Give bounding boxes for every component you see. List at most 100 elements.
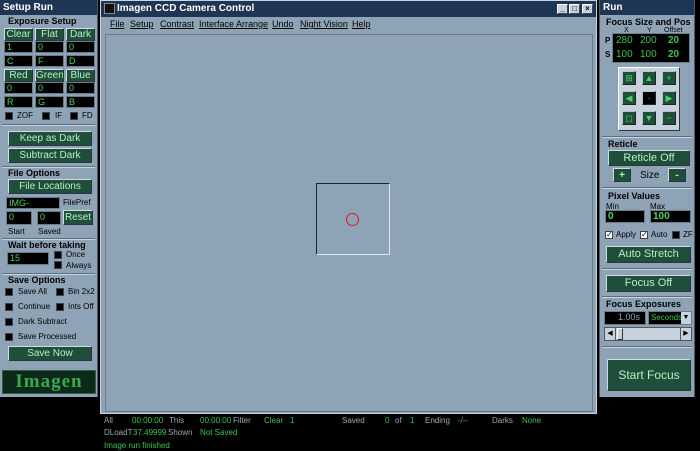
maximize-button[interactable]: □ xyxy=(569,4,580,14)
menu-undo[interactable]: Undo xyxy=(272,19,294,29)
slider-thumb[interactable] xyxy=(617,328,623,340)
flat-filter-button[interactable]: Flat xyxy=(35,28,64,41)
reset-button[interactable]: Reset xyxy=(63,210,93,225)
slider-right-arrow-icon[interactable]: ▶ xyxy=(680,328,691,340)
flat-count-field[interactable]: 0 xyxy=(35,41,64,53)
fd-checkbox[interactable] xyxy=(70,112,78,120)
reticle-size-plus-button[interactable]: + xyxy=(613,168,631,182)
s-y-field[interactable]: 100 xyxy=(638,49,660,61)
always-checkbox[interactable] xyxy=(54,261,62,269)
menu-contrast[interactable]: Contrast xyxy=(160,19,194,29)
exposure-slider[interactable]: ◀ ▶ xyxy=(604,327,692,341)
max-value-field[interactable]: 100 xyxy=(650,210,691,223)
green-letter-field[interactable]: G xyxy=(35,96,64,108)
imagen-logo: Imagen xyxy=(2,370,96,394)
min-value-field[interactable]: 0 xyxy=(605,210,645,223)
image-canvas[interactable] xyxy=(105,34,593,412)
p-x-field[interactable]: 280 xyxy=(614,35,636,47)
start-label: Start xyxy=(8,227,25,236)
file-locations-button[interactable]: File Locations xyxy=(8,179,92,194)
plus-icon[interactable]: + xyxy=(662,71,676,85)
p-y-field[interactable]: 200 xyxy=(638,35,660,47)
apply-checkbox[interactable]: ✓ xyxy=(605,231,613,239)
filter-value: Clear xyxy=(264,416,284,425)
subtract-dark-button[interactable]: Subtract Dark xyxy=(8,148,92,163)
slider-left-arrow-icon[interactable]: ◀ xyxy=(605,328,616,340)
clear-filter-button[interactable]: Clear xyxy=(4,28,33,41)
blue-filter-button[interactable]: Blue xyxy=(66,69,95,82)
focus-off-button[interactable]: Focus Off xyxy=(606,275,691,292)
minimize-button[interactable]: _ xyxy=(557,4,568,14)
dload-label: DLoadT xyxy=(104,428,133,437)
dark-subtract-checkbox[interactable] xyxy=(5,318,13,326)
units-select[interactable]: Seconds ▼ xyxy=(648,311,692,325)
once-checkbox[interactable] xyxy=(54,251,62,259)
left-arrow-icon[interactable]: ◀ xyxy=(622,91,636,105)
saved-label: Saved xyxy=(38,227,61,236)
separator xyxy=(602,268,692,270)
zf-label: ZF xyxy=(683,230,693,239)
of-label: of xyxy=(395,416,402,425)
all-time: 00:00:00 xyxy=(132,416,164,425)
minus-icon[interactable]: − xyxy=(662,111,676,125)
blue-letter-field[interactable]: B xyxy=(66,96,95,108)
dark-filter-button[interactable]: Dark xyxy=(66,28,95,41)
main-title-bar: Imagen CCD Camera Control _ □ × xyxy=(101,1,596,17)
menu-setup[interactable]: Setup xyxy=(130,19,154,29)
red-letter-field[interactable]: R xyxy=(4,96,33,108)
right-arrow-icon[interactable]: ▶ xyxy=(662,91,676,105)
menu-help[interactable]: Help xyxy=(352,19,371,29)
zf-checkbox[interactable] xyxy=(672,231,680,239)
green-filter-button[interactable]: Green xyxy=(35,69,64,82)
start-field[interactable]: 0 xyxy=(6,211,32,225)
red-count-field[interactable]: 0 xyxy=(4,82,33,94)
menu-night-vision[interactable]: Night Vision xyxy=(300,19,348,29)
start-focus-button[interactable]: Start Focus xyxy=(607,359,691,391)
save-processed-checkbox[interactable] xyxy=(5,333,13,341)
clear-letter-field[interactable]: C xyxy=(4,55,33,67)
keep-as-dark-button[interactable]: Keep as Dark xyxy=(8,131,92,146)
p-offset-field[interactable]: 20 xyxy=(666,35,686,47)
down-arrow-icon[interactable]: ▼ xyxy=(642,111,656,125)
reticle-off-button[interactable]: Reticle Off xyxy=(608,150,690,166)
green-count-field[interactable]: 0 xyxy=(35,82,64,94)
expand-icon[interactable]: ◻ xyxy=(622,111,636,125)
close-button[interactable]: × xyxy=(582,4,593,14)
if-checkbox[interactable] xyxy=(42,112,50,120)
save-all-checkbox[interactable] xyxy=(5,288,13,296)
up-arrow-icon[interactable]: ▲ xyxy=(642,71,656,85)
menu-file[interactable]: File xyxy=(110,19,125,29)
continue-checkbox[interactable] xyxy=(5,303,13,311)
flat-letter-field[interactable]: F xyxy=(35,55,64,67)
separator xyxy=(2,124,95,126)
menu-interface-arrange[interactable]: Interface Arrange xyxy=(199,19,268,29)
auto-stretch-button[interactable]: Auto Stretch xyxy=(606,246,691,263)
filter-number: 1 xyxy=(290,416,295,425)
wait-seconds-field[interactable]: 15 xyxy=(7,252,49,265)
save-now-button[interactable]: Save Now xyxy=(8,346,92,361)
exposure-time-field[interactable]: 1.00s xyxy=(604,311,646,325)
window-title: Imagen CCD Camera Control xyxy=(117,3,255,14)
red-filter-button[interactable]: Red xyxy=(4,69,33,82)
s-offset-field[interactable]: 20 xyxy=(666,49,686,61)
center-icon[interactable]: · xyxy=(642,91,656,105)
ints-off-checkbox[interactable] xyxy=(56,303,64,311)
units-value: Seconds xyxy=(651,313,683,322)
dark-count-field[interactable]: 0 xyxy=(66,41,95,53)
shrink-icon[interactable]: ⊞ xyxy=(622,71,636,85)
chevron-down-icon[interactable]: ▼ xyxy=(681,312,691,324)
clear-count-field[interactable]: 1 xyxy=(4,41,33,53)
separator xyxy=(602,136,692,138)
shown-value: Not Saved xyxy=(200,428,238,437)
run-title: Run xyxy=(600,0,694,15)
saved-field[interactable]: 0 xyxy=(37,211,61,225)
file-prefix-field[interactable]: IMG- xyxy=(6,197,60,209)
s-x-field[interactable]: 100 xyxy=(614,49,636,61)
reticle-size-minus-button[interactable]: - xyxy=(668,168,686,182)
blue-count-field[interactable]: 0 xyxy=(66,82,95,94)
zof-checkbox[interactable] xyxy=(5,112,13,120)
bin-2x2-checkbox[interactable] xyxy=(56,288,64,296)
of-value: 1 xyxy=(410,416,415,425)
dark-letter-field[interactable]: D xyxy=(66,55,95,67)
auto-checkbox[interactable]: ✓ xyxy=(640,231,648,239)
